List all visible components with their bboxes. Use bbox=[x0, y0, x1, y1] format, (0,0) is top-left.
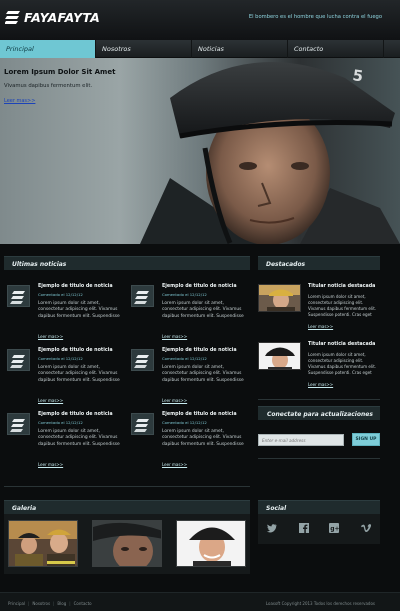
featured-body: Lorem ipsum dolor sit amet, consectetur … bbox=[308, 294, 377, 317]
featured-title[interactable]: Titular noticia destacada bbox=[308, 284, 375, 289]
news-logo-icon bbox=[7, 349, 30, 371]
news-read-more-link[interactable]: Leer mas>> bbox=[162, 462, 187, 467]
sign-up-button[interactable]: SIGN UP bbox=[352, 433, 380, 446]
news-body: Lorem ipsum dolor sit amet, consectetur … bbox=[38, 429, 120, 447]
news-heading: Ultimas noticias bbox=[12, 261, 67, 268]
news-logo-icon bbox=[131, 285, 154, 307]
news-date: Comentado el 12/12/12 bbox=[38, 420, 83, 425]
news-logo-icon bbox=[7, 285, 30, 307]
news-item: Ejemplo de titulo de noticia Comentado e… bbox=[131, 348, 251, 409]
news-read-more-link[interactable]: Leer mas>> bbox=[162, 334, 187, 339]
email-input[interactable] bbox=[258, 434, 344, 446]
featured-item: Titular noticia destacada Lorem ipsum do… bbox=[258, 284, 380, 339]
svg-text:5: 5 bbox=[351, 66, 364, 85]
news-read-more-link[interactable]: Leer mas>> bbox=[38, 398, 63, 403]
news-panel-header: Ultimas noticias bbox=[4, 256, 250, 270]
nav-item-principal[interactable]: Principal bbox=[0, 40, 96, 58]
gallery-heading: Galeria bbox=[12, 505, 37, 512]
featured-heading: Destacados bbox=[266, 261, 306, 268]
news-date: Comentado el 12/12/12 bbox=[162, 356, 207, 361]
tagline: El bombero es el hombre que lucha contra… bbox=[248, 14, 382, 20]
vimeo-icon[interactable] bbox=[360, 522, 372, 534]
news-logo-icon bbox=[7, 413, 30, 435]
footer-separator: | bbox=[69, 601, 71, 606]
footer-link-nosotros[interactable]: Nosotros bbox=[32, 601, 50, 606]
hero-banner: 5 Lorem Ipsum Dolor Sit Amet Vivamus dap… bbox=[0, 58, 400, 244]
footer-separator: | bbox=[28, 601, 30, 606]
news-date: Comentado el 12/12/12 bbox=[38, 292, 83, 297]
news-title[interactable]: Ejemplo de titulo de noticia bbox=[162, 284, 237, 289]
featured-firefighter-image[interactable] bbox=[258, 342, 301, 370]
featured-title[interactable]: Titular noticia destacada bbox=[308, 342, 375, 347]
hero-title: Lorem Ipsum Dolor Sit Amet bbox=[4, 68, 116, 76]
svg-text:g+: g+ bbox=[330, 526, 339, 533]
nav-item-nosotros[interactable]: Nosotros bbox=[96, 40, 192, 58]
news-title[interactable]: Ejemplo de titulo de noticia bbox=[162, 348, 237, 353]
featured-panel-header: Destacados bbox=[258, 256, 380, 270]
nav-item-contacto[interactable]: Contacto bbox=[288, 40, 384, 58]
featured-item: Titular noticia destacada Lorem ipsum do… bbox=[258, 342, 380, 397]
hero-text: Vivamus dapibus fermentum elit. bbox=[4, 83, 93, 89]
social-heading: Social bbox=[266, 505, 287, 512]
footer-separator: | bbox=[53, 601, 55, 606]
main-nav: Principal Nosotros Noticias Contacto bbox=[0, 40, 400, 58]
news-title[interactable]: Ejemplo de titulo de noticia bbox=[162, 412, 237, 417]
facebook-icon[interactable] bbox=[298, 522, 310, 534]
news-date: Comentado el 12/12/12 bbox=[38, 356, 83, 361]
copyright-text: Loasoft Copyright 2013 Todos los derecho… bbox=[265, 601, 375, 606]
news-title[interactable]: Ejemplo de titulo de noticia bbox=[38, 348, 113, 353]
news-item: Ejemplo de titulo de noticia Comentado e… bbox=[7, 348, 127, 409]
google-plus-icon[interactable]: g+ bbox=[328, 522, 340, 534]
footer-link-contacto[interactable]: Contacto bbox=[74, 601, 92, 606]
logo-mark-icon bbox=[5, 11, 20, 24]
subscribe-divider bbox=[258, 458, 380, 459]
twitter-icon[interactable] bbox=[266, 522, 278, 534]
news-body: Lorem ipsum dolor sit amet, consectetur … bbox=[38, 301, 120, 319]
featured-read-more-link[interactable]: Leer mas>> bbox=[308, 324, 333, 329]
news-body: Lorem ipsum dolor sit amet, consectetur … bbox=[162, 301, 244, 319]
site-footer: Principal | Nosotros | Blog | Contacto L… bbox=[0, 592, 400, 611]
news-date: Comentado el 12/12/12 bbox=[162, 292, 207, 297]
news-item: Ejemplo de titulo de noticia Comentado e… bbox=[7, 412, 127, 473]
news-body: Lorem ipsum dolor sit amet, consectetur … bbox=[162, 429, 244, 447]
social-panel-header: Social bbox=[258, 500, 380, 514]
news-item: Ejemplo de titulo de noticia Comentado e… bbox=[7, 284, 127, 345]
logo[interactable]: FAYAFAYTA bbox=[5, 10, 100, 25]
gallery-panel-header: Galeria bbox=[4, 500, 250, 514]
news-logo-icon bbox=[131, 413, 154, 435]
featured-read-more-link[interactable]: Leer mas>> bbox=[308, 382, 333, 387]
subscribe-panel-header: Conectate para actualizaciones bbox=[258, 406, 380, 420]
news-read-more-link[interactable]: Leer mas>> bbox=[38, 334, 63, 339]
footer-links: Principal | Nosotros | Blog | Contacto bbox=[8, 601, 92, 606]
footer-link-blog[interactable]: Blog bbox=[57, 601, 66, 606]
subscribe-heading: Conectate para actualizaciones bbox=[267, 411, 373, 418]
news-item: Ejemplo de titulo de noticia Comentado e… bbox=[131, 412, 251, 473]
news-read-more-link[interactable]: Leer mas>> bbox=[38, 462, 63, 467]
news-item: Ejemplo de titulo de noticia Comentado e… bbox=[131, 284, 251, 345]
gallery-image[interactable] bbox=[176, 520, 246, 567]
gallery-image[interactable] bbox=[8, 520, 78, 567]
logo-text: FAYAFAYTA bbox=[24, 10, 100, 25]
hero-read-more-link[interactable]: Leer mas>> bbox=[4, 98, 35, 104]
gallery-image[interactable] bbox=[92, 520, 162, 567]
site-header: FAYAFAYTA El bombero es el hombre que lu… bbox=[0, 0, 400, 40]
footer-link-principal[interactable]: Principal bbox=[8, 601, 25, 606]
featured-divider bbox=[258, 399, 380, 400]
news-logo-icon bbox=[131, 349, 154, 371]
news-title[interactable]: Ejemplo de titulo de noticia bbox=[38, 284, 113, 289]
featured-firefighter-image[interactable] bbox=[258, 284, 301, 312]
news-divider bbox=[4, 486, 250, 487]
news-read-more-link[interactable]: Leer mas>> bbox=[162, 398, 187, 403]
news-body: Lorem ipsum dolor sit amet, consectetur … bbox=[162, 365, 244, 383]
news-date: Comentado el 12/12/12 bbox=[162, 420, 207, 425]
featured-body: Lorem ipsum dolor sit amet, consectetur … bbox=[308, 352, 377, 375]
news-body: Lorem ipsum dolor sit amet, consectetur … bbox=[38, 365, 120, 383]
nav-item-noticias[interactable]: Noticias bbox=[192, 40, 288, 58]
news-title[interactable]: Ejemplo de titulo de noticia bbox=[38, 412, 113, 417]
